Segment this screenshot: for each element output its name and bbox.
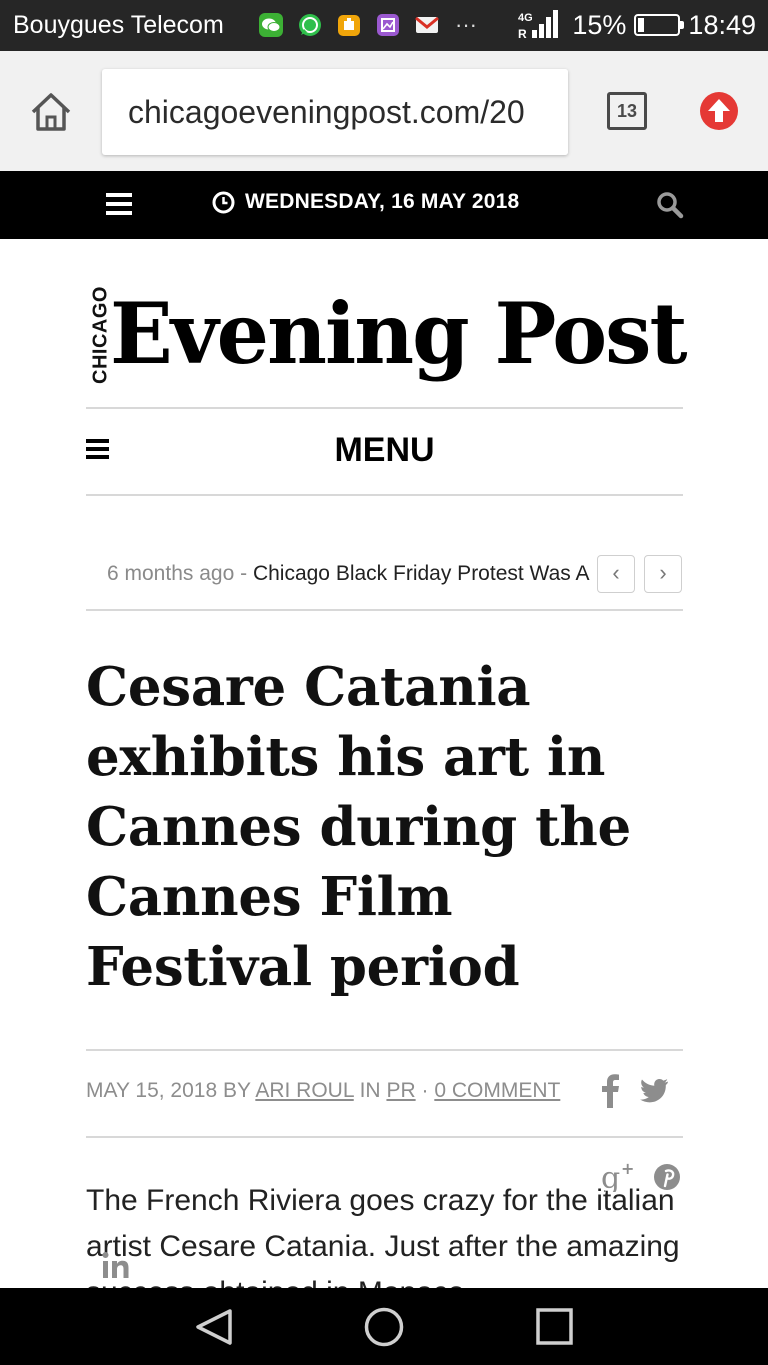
whatsapp-icon	[299, 14, 321, 36]
date-display: WEDNESDAY, 16 MAY 2018	[212, 190, 519, 214]
twitter-icon[interactable]	[639, 1078, 669, 1104]
divider	[86, 407, 683, 409]
divider	[86, 494, 683, 496]
update-arrow-icon[interactable]	[699, 91, 739, 131]
battery-icon	[634, 14, 685, 36]
home-icon[interactable]	[29, 90, 73, 134]
category-link[interactable]: PR	[386, 1079, 415, 1102]
clock-icon	[212, 191, 235, 213]
system-status: 4G R 15% 18:49	[518, 8, 756, 42]
notification-icons: ···	[258, 12, 477, 38]
signal-icon: 4G R	[518, 10, 559, 41]
network-type: 4G	[518, 12, 533, 24]
ticker-age: 6 months ago	[107, 562, 235, 585]
ticker-headline[interactable]: Chicago Black Friday Protest Was A	[253, 562, 590, 585]
divider	[86, 1049, 683, 1051]
gmail-icon	[415, 16, 439, 33]
ticker-next-button[interactable]: ›	[644, 555, 682, 593]
svg-text:+: +	[621, 1160, 634, 1178]
article-meta: MAY 15, 2018 BY ARI ROUL IN PR · 0 COMME…	[86, 1079, 561, 1102]
menu-label[interactable]: MENU	[86, 430, 683, 470]
divider	[86, 1136, 683, 1138]
divider	[86, 609, 683, 611]
logo-title: Evening Post	[110, 284, 688, 383]
battery-percent: 15%	[572, 10, 627, 40]
carrier-name: Bouygues Telecom	[13, 11, 224, 39]
package-icon	[338, 15, 360, 36]
current-date: WEDNESDAY, 16 MAY 2018	[245, 190, 520, 213]
more-notifications: ···	[455, 12, 477, 37]
article-body: The French Riviera goes crazy for the it…	[86, 1184, 680, 1288]
clock: 18:49	[688, 10, 756, 40]
home-circle-icon[interactable]	[362, 1307, 406, 1347]
site-top-bar: WEDNESDAY, 16 MAY 2018	[0, 171, 768, 239]
svg-text:R: R	[518, 27, 527, 41]
ticker-text[interactable]: 6 months ago - Chicago Black Friday Prot…	[107, 561, 647, 587]
url-text[interactable]: chicagoeveningpost.com/20	[128, 92, 525, 132]
linkedin-icon[interactable]	[100, 1250, 132, 1280]
facebook-icon[interactable]	[599, 1074, 621, 1108]
system-nav-bar	[0, 1288, 768, 1365]
menu-bar[interactable]: MENU	[86, 410, 683, 495]
news-ticker: 6 months ago - Chicago Black Friday Prot…	[86, 552, 683, 594]
site-logo[interactable]: CHICAGO Evening Post	[88, 284, 688, 395]
browser-toolbar: chicagoeveningpost.com/20 13	[0, 51, 768, 171]
ticker-prev-button[interactable]: ‹	[597, 555, 635, 593]
author-link[interactable]: ARI ROUL	[255, 1079, 353, 1102]
address-bar[interactable]: chicagoeveningpost.com/20	[102, 69, 568, 155]
gallery-icon	[377, 14, 399, 36]
hamburger-icon[interactable]	[106, 193, 132, 215]
wechat-icon	[259, 13, 283, 37]
comments-link[interactable]: 0 COMMENT	[434, 1079, 560, 1102]
back-icon[interactable]	[192, 1307, 236, 1347]
recents-icon[interactable]	[532, 1307, 576, 1347]
article-title: Cesare Catania exhibits his art in Canne…	[86, 656, 631, 998]
tab-switcher-button[interactable]: 13	[607, 92, 647, 130]
search-icon[interactable]	[656, 191, 684, 219]
article-date: MAY 15, 2018	[86, 1079, 218, 1102]
status-bar: Bouygues Telecom ··· 4G R 15% 18:49	[0, 0, 768, 51]
